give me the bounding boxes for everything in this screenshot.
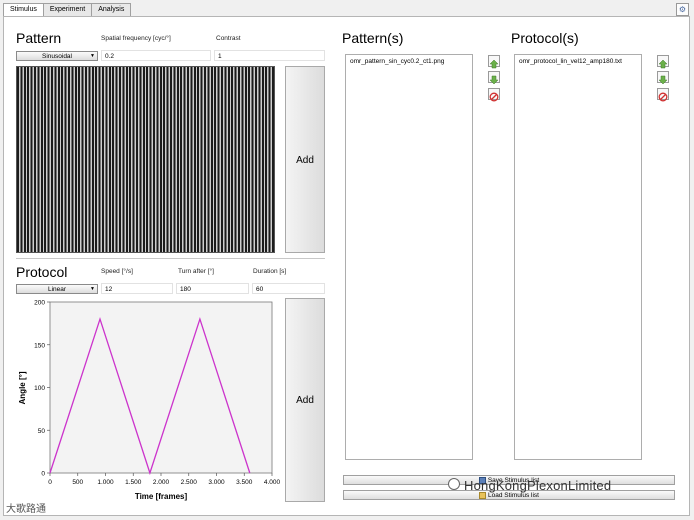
list-item[interactable]: omr_pattern_sin_cyc0.2_ct1.png (346, 55, 472, 65)
x-tick-label: 0 (48, 479, 52, 486)
add-protocol-button[interactable]: Add (285, 298, 325, 502)
pattern-preview (16, 66, 275, 253)
y-tick-label: 50 (38, 428, 46, 435)
x-tick-label: 1.500 (125, 479, 142, 486)
pattern-title: Pattern (16, 30, 62, 46)
y-tick-label: 150 (34, 342, 45, 349)
move-down-icon[interactable] (657, 71, 669, 85)
patterns-list-title: Pattern(s) (342, 30, 404, 46)
speed-label: Speed [°/s] (101, 268, 133, 275)
x-tick-label: 1.000 (97, 479, 114, 486)
x-tick-label: 2.000 (153, 479, 170, 486)
settings-icon[interactable]: ⚙ (676, 3, 689, 16)
x-tick-label: 3.000 (208, 479, 225, 486)
y-axis-label: Angle [°] (18, 371, 27, 404)
y-tick-label: 200 (34, 300, 45, 307)
y-tick-label: 100 (34, 385, 45, 392)
move-up-icon[interactable] (488, 55, 500, 69)
protocol-chart: 0 50 100 150 200 0 500 1.000 1.500 2.000 2.500 3.0… (18, 300, 281, 502)
pattern-type-select[interactable]: Sinusoidal ▼ (16, 51, 98, 61)
remove-icon[interactable] (657, 88, 669, 102)
list-item[interactable]: omr_protocol_lin_vel12_amp180.txt (515, 55, 641, 65)
section-divider (16, 258, 325, 259)
tab-bar: Stimulus Experiment Analysis (3, 3, 132, 19)
chevron-down-icon: ▼ (90, 53, 95, 59)
y-tick-label: 0 (41, 471, 45, 478)
wechat-icon (448, 478, 460, 490)
plot-area (49, 301, 273, 474)
x-axis-label: Time [frames] (135, 492, 188, 501)
x-tick-label: 4.000 (264, 479, 281, 486)
protocol-type-value: Linear (47, 286, 67, 293)
turn-after-label: Turn after [°] (178, 268, 214, 275)
watermark-right: HongKongPlexonLimited (464, 478, 612, 493)
load-stimulus-label: Load Stimulus list (488, 492, 539, 499)
spatial-frequency-input[interactable]: 0.2 (101, 50, 211, 61)
protocols-list[interactable]: omr_protocol_lin_vel12_amp180.txt (514, 54, 642, 460)
protocol-type-select[interactable]: Linear ▼ (16, 284, 98, 294)
patterns-list[interactable]: omr_pattern_sin_cyc0.2_ct1.png (345, 54, 473, 460)
spatial-frequency-label: Spatial frequency [cyc/°] (101, 35, 171, 42)
x-tick-label: 3.500 (236, 479, 253, 486)
watermark-left: 大歌路通 (6, 504, 46, 515)
turn-after-input[interactable]: 180 (176, 283, 249, 294)
pattern-type-value: Sinusoidal (42, 53, 72, 60)
move-up-icon[interactable] (657, 55, 669, 69)
contrast-label: Contrast (216, 35, 241, 42)
protocols-list-title: Protocol(s) (511, 30, 579, 46)
add-pattern-button[interactable]: Add (285, 66, 325, 253)
move-down-icon[interactable] (488, 71, 500, 85)
speed-input[interactable]: 12 (101, 283, 173, 294)
remove-icon[interactable] (488, 88, 500, 102)
chevron-down-icon: ▼ (90, 286, 95, 292)
duration-input[interactable]: 60 (252, 283, 325, 294)
x-tick-label: 500 (72, 479, 83, 486)
contrast-input[interactable]: 1 (214, 50, 325, 61)
protocol-title: Protocol (16, 264, 68, 280)
x-tick-label: 2.500 (181, 479, 198, 486)
duration-label: Duration [s] (253, 268, 287, 275)
